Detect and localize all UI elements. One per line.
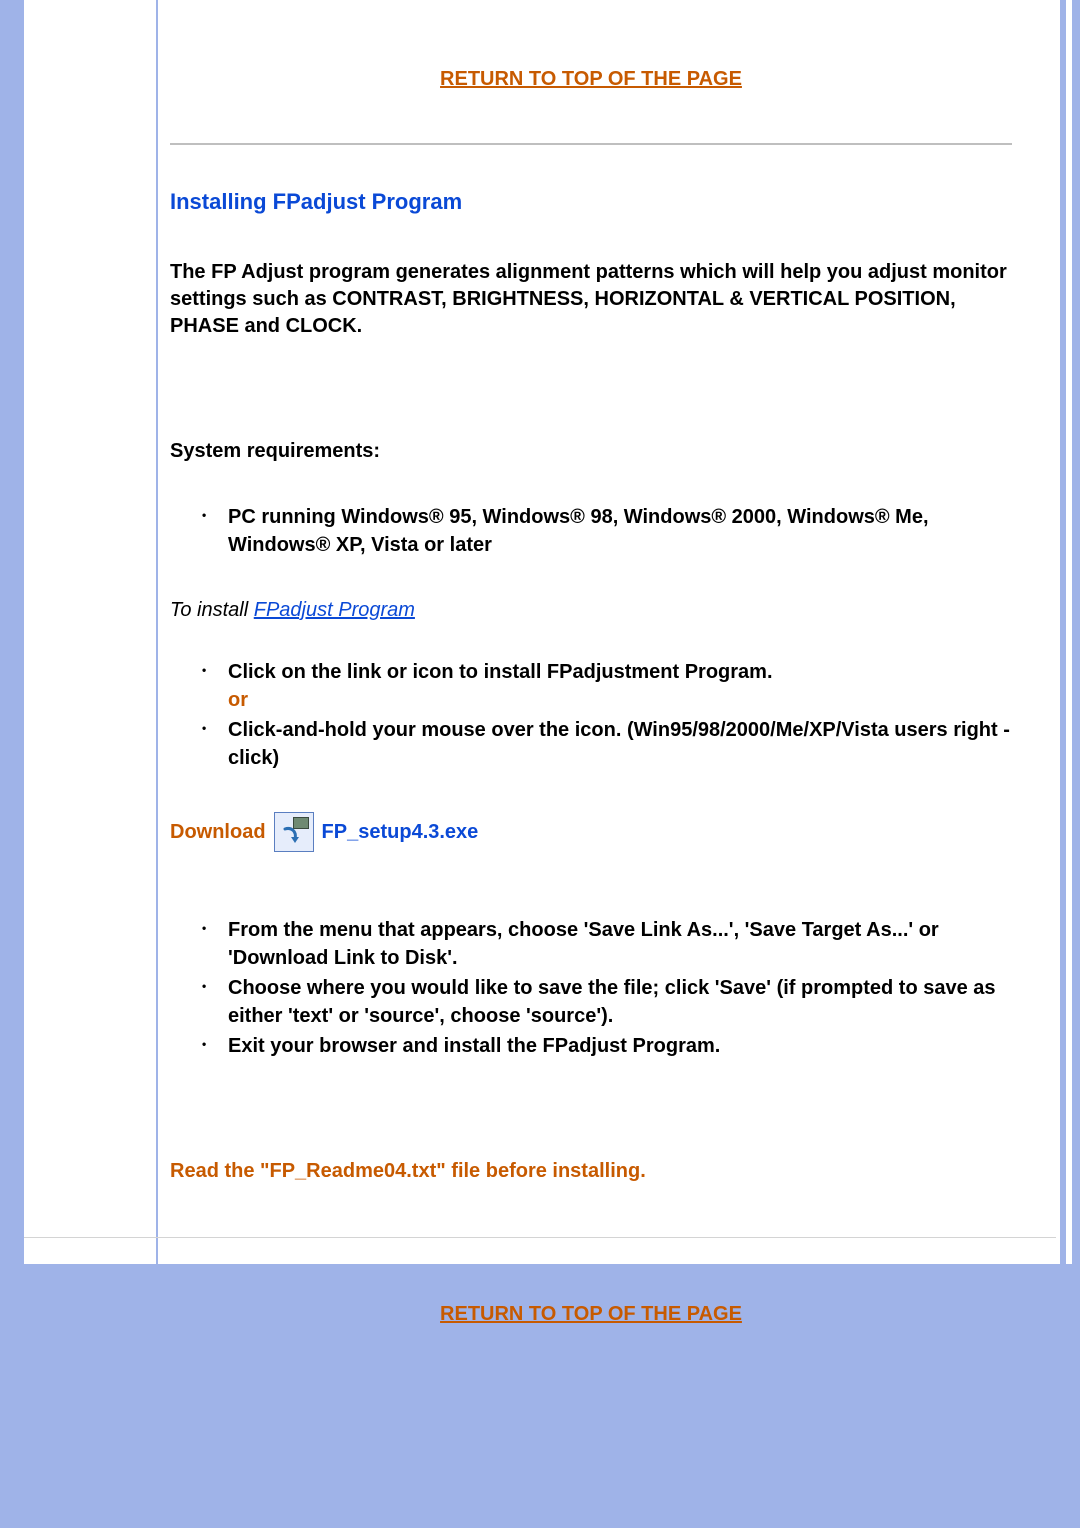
return-to-top-link[interactable]: RETURN TO TOP OF THE PAGE xyxy=(170,68,1012,91)
system-requirements-heading: System requirements: xyxy=(170,440,1012,463)
right-edge-stripes xyxy=(1060,0,1080,1264)
page: RETURN TO TOP OF THE PAGE Installing FPa… xyxy=(0,0,1080,1528)
left-margin-column xyxy=(24,0,156,1264)
content-column: RETURN TO TOP OF THE PAGE Installing FPa… xyxy=(158,0,1060,1264)
readme-note: Read the "FP_Readme04.txt" file before i… xyxy=(170,1160,1012,1183)
or-text: or xyxy=(228,689,248,711)
return-to-top-link-bottom[interactable]: RETURN TO TOP OF THE PAGE xyxy=(170,1303,1012,1326)
download-filename: FP_setup4.3.exe xyxy=(322,821,479,844)
instruction-text: Click on the link or icon to install FPa… xyxy=(228,661,773,683)
list-item: Click on the link or icon to install FPa… xyxy=(210,658,1012,714)
download-row: Download FP_setup4.3.exe xyxy=(170,812,1012,852)
section-heading: Installing FPadjust Program xyxy=(170,189,1012,215)
list-item: From the menu that appears, choose 'Save… xyxy=(210,916,1012,972)
list-item: Click-and-hold your mouse over the icon.… xyxy=(210,716,1012,772)
download-file-icon xyxy=(274,812,314,852)
list-item: PC running Windows® 95, Windows® 98, Win… xyxy=(210,503,1012,559)
to-install-line: To install FPadjust Program xyxy=(170,599,1012,622)
stripe xyxy=(1072,0,1078,1264)
content-inner: RETURN TO TOP OF THE PAGE Installing FPa… xyxy=(170,0,1044,1326)
list-item: Exit your browser and install the FPadju… xyxy=(210,1032,1012,1060)
footer-divider xyxy=(24,1237,1056,1238)
section-divider xyxy=(170,143,1012,145)
install-instructions-list-bottom: From the menu that appears, choose 'Save… xyxy=(170,916,1012,1060)
intro-paragraph: The FP Adjust program generates alignmen… xyxy=(170,259,1012,340)
system-requirements-list: PC running Windows® 95, Windows® 98, Win… xyxy=(170,503,1012,559)
return-bottom-wrap: RETURN TO TOP OF THE PAGE xyxy=(170,1303,1012,1326)
download-label: Download xyxy=(170,821,266,844)
install-instructions-list-top: Click on the link or icon to install FPa… xyxy=(170,658,1012,772)
to-install-prefix: To install xyxy=(170,599,254,621)
fpadjust-program-link[interactable]: FPadjust Program xyxy=(254,599,415,621)
download-file-link[interactable]: FP_setup4.3.exe xyxy=(274,812,479,852)
list-item: Choose where you would like to save the … xyxy=(210,974,1012,1030)
